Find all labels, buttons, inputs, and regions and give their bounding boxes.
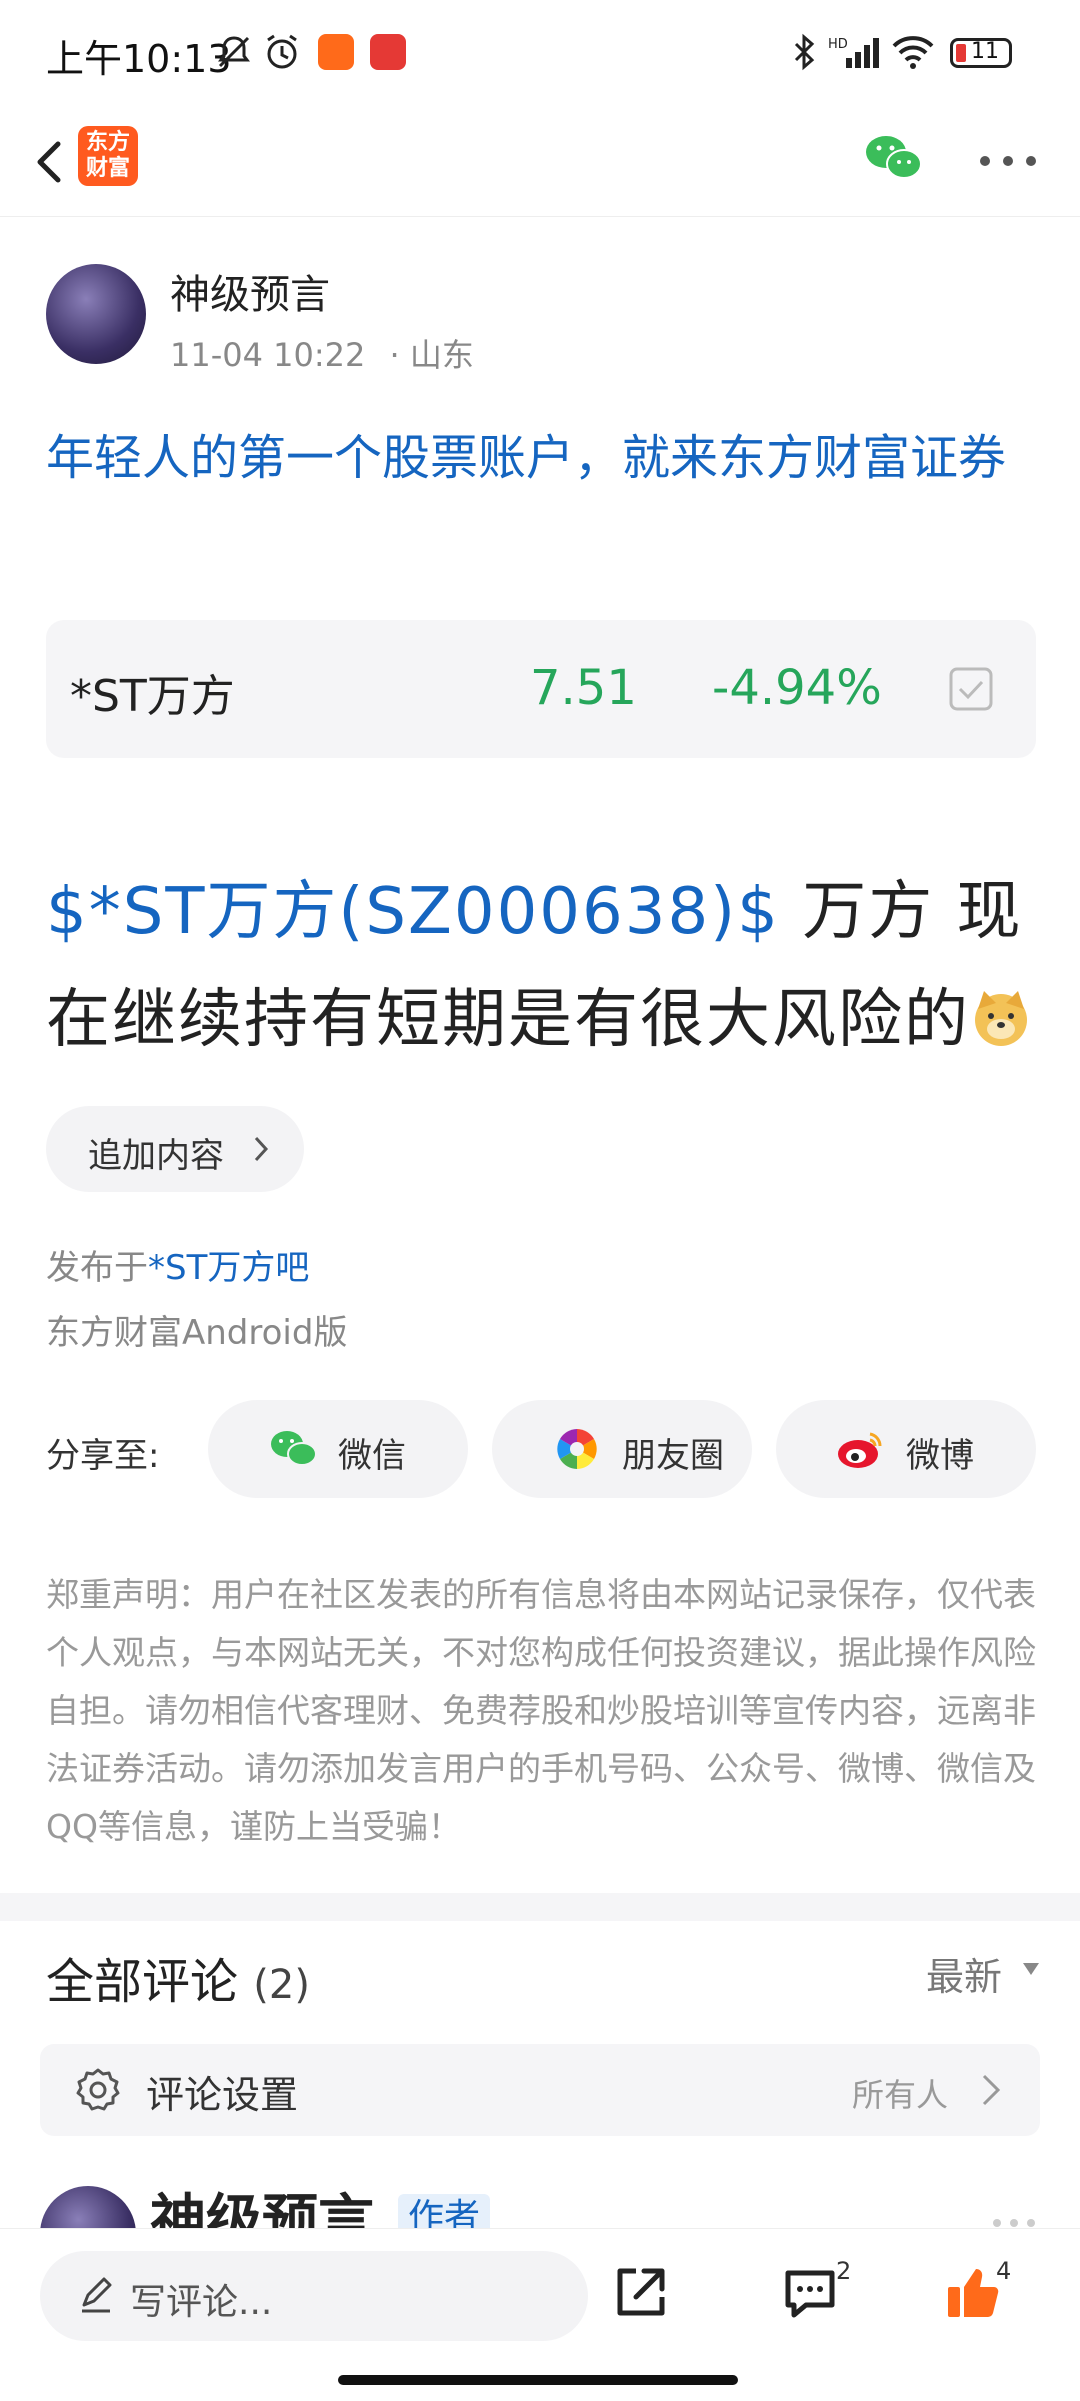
- chevron-right-icon: [982, 2074, 1001, 2106]
- share-moments-button[interactable]: 朋友圈: [492, 1400, 752, 1498]
- watchlist-check-icon[interactable]: [948, 666, 994, 712]
- status-time: 上午10:13: [46, 37, 232, 81]
- author-name[interactable]: 神级预言: [170, 262, 330, 320]
- append-content-label: 追加内容: [88, 1136, 224, 1176]
- share-weibo-label: 微博: [906, 1436, 974, 1476]
- doge-emoji-icon: [975, 991, 1027, 1046]
- comment-settings-value: 所有人: [852, 2076, 949, 2114]
- post-headline[interactable]: 年轻人的第一个股票账户，就来东方财富证券: [46, 420, 1036, 496]
- comment-icon[interactable]: [780, 2263, 840, 2323]
- pencil-icon: [82, 2277, 112, 2313]
- like-thumb-icon[interactable]: [944, 2263, 1004, 2323]
- moments-icon: [557, 1429, 597, 1469]
- post-meta: 11-04 10:22 · 山东: [170, 330, 474, 376]
- chevron-right-icon: [254, 1136, 269, 1162]
- post-body: $*ST万方(SZ000638)$ 万方 现在继续持有短期是有很大风险的: [46, 858, 1046, 1074]
- gear-icon: [76, 2068, 120, 2111]
- eastmoney-logo[interactable]: 东方财富: [78, 126, 138, 186]
- home-indicator: [338, 2375, 738, 2385]
- author-avatar[interactable]: [46, 264, 146, 364]
- share-wechat-button[interactable]: 微信: [208, 1400, 468, 1498]
- battery-level: 11: [971, 39, 999, 64]
- comments-sort-dropdown[interactable]: 最新: [926, 1946, 1002, 2001]
- comments-header: 全部评论 (2): [46, 1942, 310, 2012]
- comment-count: 2: [836, 2257, 852, 2285]
- app-notification-icon-2: [370, 34, 406, 70]
- append-content-button[interactable]: 追加内容: [46, 1106, 304, 1192]
- like-count: 4: [996, 2257, 1012, 2285]
- comment-more-icon[interactable]: [992, 2218, 1036, 2228]
- mute-bell-icon: [218, 36, 250, 68]
- comments-title: 全部评论: [46, 1954, 239, 2010]
- signal-icon: HD: [828, 37, 879, 68]
- post-platform: 东方财富Android版: [46, 1313, 348, 1353]
- bottom-action-bar: 写评论... 2 4: [0, 2228, 1080, 2401]
- bluetooth-icon: [794, 33, 815, 71]
- alarm-icon: [267, 34, 297, 69]
- share-moments-label: 朋友圈: [622, 1436, 724, 1476]
- caret-down-icon[interactable]: [1022, 1962, 1040, 1976]
- app-notification-icon: [318, 34, 354, 70]
- board-link[interactable]: *ST万方吧: [148, 1248, 309, 1288]
- back-icon[interactable]: [22, 132, 82, 192]
- top-nav-bar: 东方财富: [0, 110, 1080, 217]
- stock-name: *ST万方: [70, 671, 235, 722]
- post-location: · 山东: [389, 336, 474, 374]
- disclaimer-text: 郑重声明：用户在社区发表的所有信息将由本网站记录保存，仅代表个人观点，与本网站无…: [46, 1575, 1036, 1846]
- write-comment-placeholder: 写评论...: [130, 2282, 273, 2323]
- wechat-icon[interactable]: [862, 130, 924, 186]
- comment-settings-label: 评论设置: [146, 2073, 299, 2117]
- post-datetime: 11-04 10:22: [170, 336, 366, 374]
- section-divider: [0, 1893, 1080, 1921]
- wifi-icon: [892, 36, 934, 69]
- stock-change: -4.94%: [712, 660, 882, 716]
- stock-price: 7.51: [530, 660, 637, 716]
- weibo-icon: [838, 1432, 882, 1468]
- stock-link[interactable]: $*ST万方(SZ000638)$: [46, 875, 780, 949]
- share-label: 分享至:: [46, 1436, 160, 1476]
- posted-in: 发布于*ST万方吧: [46, 1240, 309, 1289]
- stock-card[interactable]: *ST万方 7.51 -4.94%: [46, 620, 1036, 758]
- share-icon[interactable]: [610, 2263, 670, 2323]
- comment-settings-row[interactable]: 评论设置 所有人: [40, 2044, 1040, 2136]
- share-weibo-button[interactable]: 微博: [776, 1400, 1036, 1498]
- wechat-icon: [271, 1431, 317, 1466]
- share-wechat-label: 微信: [338, 1436, 406, 1476]
- svg-text:HD: HD: [828, 37, 848, 52]
- comments-count: (2): [253, 1962, 310, 2008]
- posted-prefix: 发布于: [46, 1248, 148, 1288]
- status-bar: 上午10:13 HD 11: [0, 0, 1080, 110]
- battery-icon: 11: [950, 38, 1012, 68]
- more-icon[interactable]: [978, 154, 1038, 168]
- write-comment-input[interactable]: 写评论...: [40, 2251, 588, 2341]
